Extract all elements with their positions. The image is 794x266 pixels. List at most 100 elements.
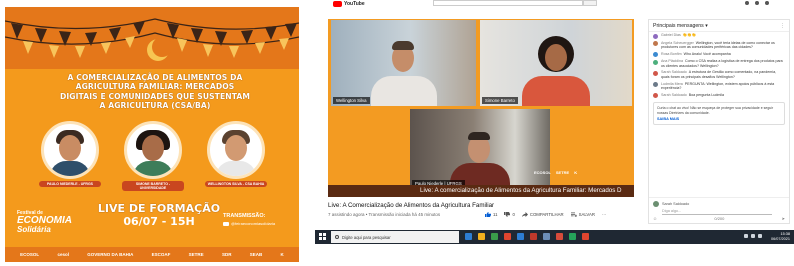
chat-text: Who Analu! Você acompanha (683, 51, 731, 56)
emoji-icon[interactable]: ☺ (653, 216, 657, 221)
composite-screenshot: A Comercialização de Alimentos da Agricu… (0, 0, 794, 266)
header-actions (745, 1, 769, 5)
sponsor-logo: cesol (57, 252, 69, 257)
avatar (653, 201, 659, 207)
avatar (653, 93, 658, 99)
avatar (653, 59, 658, 65)
participant-name: Wellington Silva (333, 97, 370, 104)
search-icon (335, 235, 339, 239)
chat-message: Rosa Bonfim Who Analu! Você acompanha (649, 51, 789, 59)
speaker-photo (41, 121, 99, 179)
chat-message: Angela Scheuergger Wellington, você teria… (649, 40, 789, 51)
task-view-icon[interactable] (465, 233, 472, 240)
participant-tile: Wellington Silva (331, 20, 476, 106)
speaker-card: WELLINGTON SILVA - CSA BAHIA (201, 121, 271, 188)
share-icon (521, 212, 528, 217)
dislike-button[interactable]: 0 (504, 212, 515, 217)
chat-input[interactable]: Diga algo... (662, 209, 772, 215)
transmission-info: TRANSMISSÃO: @feiraeconomiasolidaria (223, 213, 295, 226)
transmission-label: TRANSMISSÃO: (223, 213, 266, 219)
live-chat-panel: Principais mensagens ▾ ⋮ Gabriel Dias 👏👏👏… (648, 19, 790, 224)
participant-name: Simone Barreto (482, 97, 518, 104)
save-button[interactable]: SALVAR (570, 212, 595, 217)
search-button[interactable] (583, 0, 597, 6)
chat-message: Ana Plácidina Como o CSA realiza a logíst… (649, 58, 789, 69)
sponsor-logo: GOVERNO DA BAHIA (87, 252, 134, 257)
video-meta: 7 assistindo agora • Transmissão iniciad… (328, 212, 441, 217)
chat-text: Boa pergunta Ludmila (688, 92, 724, 97)
moon-icon (147, 37, 171, 61)
store-icon[interactable] (491, 233, 498, 240)
notifications-icon[interactable] (755, 1, 759, 5)
apps-icon[interactable] (745, 1, 749, 5)
more-button[interactable]: ··· (602, 212, 606, 217)
chrome-icon[interactable] (504, 233, 511, 240)
thumbs-up-icon (485, 212, 491, 217)
sponsor-logo: SDR (221, 252, 232, 257)
app-icon[interactable] (530, 233, 537, 240)
avatar (653, 33, 658, 39)
compose-user: Sarah Saldoado (662, 202, 690, 206)
taskbar-search[interactable]: Digite aqui para pesquisar (331, 231, 459, 243)
chat-message: Sarah Saldoado Boa pergunta Ludmila (649, 92, 789, 100)
chat-author: Gabriel Dias (661, 33, 681, 37)
network-icon[interactable] (744, 234, 748, 238)
chat-message: Ludmila Mera PERGUNTA: Wellington, existe… (649, 81, 789, 92)
speaker-tag: PAULO NIEDERLE - UFRGS (39, 181, 101, 188)
app-icon[interactable] (556, 233, 563, 240)
battery-icon[interactable] (758, 234, 762, 238)
participant-tile: Paulo Niederle | UFRGS (410, 109, 550, 189)
chat-author: Angela Scheuergger (661, 40, 694, 45)
speaker-card: PAULO NIEDERLE - UFRGS (35, 121, 105, 188)
speaker-tag: SIMONE BARRETO - UNIVERSIDADE (122, 181, 184, 192)
like-button[interactable]: 11 (485, 212, 497, 217)
app-icon[interactable] (582, 233, 589, 240)
speaker-photo (207, 121, 265, 179)
chat-author: Ludmila Mera (661, 81, 683, 86)
clock-date: 06/07/2021 (770, 236, 790, 241)
taskbar-apps (465, 233, 589, 240)
chevron-down-icon: ▾ (705, 23, 708, 29)
avatar[interactable] (765, 1, 769, 5)
avatar (653, 41, 658, 46)
share-button[interactable]: COMPARTILHAR (521, 212, 564, 217)
app-icon[interactable] (569, 233, 576, 240)
chat-text: 👏👏👏 (682, 33, 697, 37)
taskbar-clock[interactable]: 15:38 06/07/2021 (771, 232, 790, 242)
send-icon[interactable]: ➤ (782, 216, 785, 221)
more-icon[interactable]: ⋮ (780, 23, 785, 29)
video-title: Live: A Comercialização de Alimentos da … (328, 202, 495, 209)
sponsor-logo: K (280, 252, 284, 257)
video-logos: ECOSOL SETRE K (534, 170, 578, 175)
event-title: LIVE DE FORMAÇÃO (97, 202, 221, 215)
sponsor-logo: SEAB (249, 252, 263, 257)
chat-compose: Sarah Saldoado Diga algo... ☺ 0/200 ➤ (649, 197, 789, 223)
chat-author: Sarah Saldoado (661, 92, 687, 97)
speaker-tag: WELLINGTON SILVA - CSA BAHIA (205, 181, 267, 188)
event-date: 06/07 - 15H (123, 215, 195, 228)
event-poster: A Comercialização de Alimentos da Agricu… (5, 7, 299, 262)
speaker-photo (124, 121, 182, 179)
youtube-logo[interactable]: YouTube (333, 1, 365, 7)
file-explorer-icon[interactable] (478, 233, 485, 240)
avatar (653, 52, 658, 58)
chat-author: Rosa Bonfim (661, 51, 682, 56)
poster-title: A Comercialização de Alimentos da Agricu… (59, 73, 251, 111)
edge-icon[interactable] (517, 233, 524, 240)
chat-author: Ana Plácidina (661, 59, 683, 64)
volume-icon[interactable] (751, 234, 755, 238)
avatar (653, 82, 658, 88)
chat-author: Sarah Saldoado (661, 70, 687, 75)
windows-start-icon[interactable] (319, 233, 326, 240)
youtube-play-icon (333, 1, 342, 7)
sponsor-logo: ECOSOL (20, 252, 40, 257)
chat-message: Sarah Saldoado A estrutura de Gestão como… (649, 69, 789, 80)
app-icon[interactable] (543, 233, 550, 240)
sponsor-strip: ECOSOL cesol GOVERNO DA BAHIA ESCOAF SET… (5, 247, 299, 262)
learn-more-link[interactable]: SAIBA MAIS (657, 117, 781, 121)
video-player[interactable]: Wellington Silva Simone Barreto Paulo Ni… (328, 19, 634, 197)
search-input[interactable] (433, 0, 583, 6)
chat-header[interactable]: Principais mensagens ▾ ⋮ (649, 20, 789, 32)
speaker-card: SIMONE BARRETO - UNIVERSIDADE (118, 121, 188, 192)
system-tray (744, 234, 762, 238)
